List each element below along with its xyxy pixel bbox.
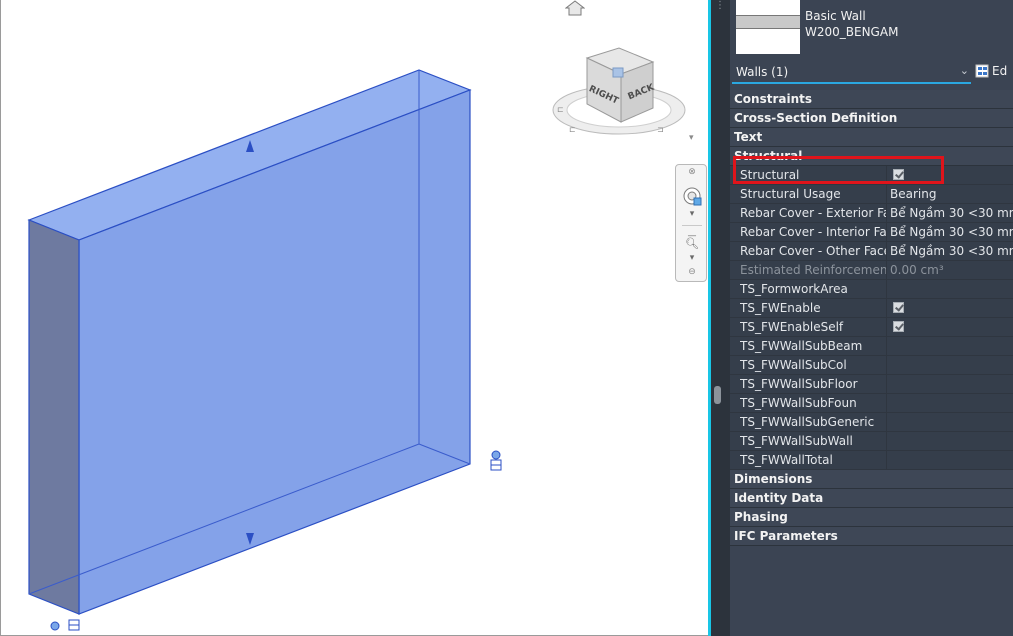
wall-right-face[interactable]	[78, 89, 471, 615]
property-value[interactable]	[886, 375, 1013, 393]
property-row-estimated-reinforcement: Estimated Reinforcement ... 0.00 cm³	[730, 261, 1013, 280]
group-phasing[interactable]: Phasing	[730, 508, 1013, 527]
property-value[interactable]: Bearing	[886, 185, 1013, 203]
property-row-ts-fwenableself[interactable]: TS_FWEnableSelf	[730, 318, 1013, 337]
edit-type-icon	[975, 64, 989, 78]
group-text[interactable]: Text	[730, 128, 1013, 147]
property-row-rebar-cover-interior[interactable]: Rebar Cover - Interior Face Bể Ngầm 30 <…	[730, 223, 1013, 242]
properties-panel: Basic Wall W200_BENGAM Walls (1) ⌄ Ed Co…	[730, 0, 1013, 636]
property-row-rebar-cover-other[interactable]: Rebar Cover - Other Faces Bể Ngầm 30 <30…	[730, 242, 1013, 261]
group-constraints[interactable]: Constraints	[730, 90, 1013, 109]
viewcube-menu-chevron-icon[interactable]: ▾	[689, 133, 694, 143]
wall-type-preview-band	[736, 15, 800, 29]
property-value[interactable]	[886, 166, 1013, 184]
property-value[interactable]	[886, 280, 1013, 298]
type-selector-label: Basic Wall W200_BENGAM	[805, 8, 898, 40]
properties-grid: Constraints Cross-Section Definition Tex…	[730, 90, 1013, 546]
compass-mark-icon: ⊏	[569, 125, 576, 134]
instance-filter-dropdown[interactable]: Walls (1) ⌄	[732, 62, 971, 84]
property-name: Rebar Cover - Other Faces	[740, 244, 886, 258]
property-name: TS_FormworkArea	[740, 282, 848, 296]
property-value[interactable]	[886, 432, 1013, 450]
structural-checkbox[interactable]	[893, 169, 904, 180]
wall-end-grip-icon[interactable]	[491, 450, 501, 460]
viewcube[interactable]: RIGHT BACK ⊏ ⊐ ⊏ ▾	[549, 40, 708, 150]
nav-bar-close-icon[interactable]: ⊗	[676, 167, 708, 177]
property-value[interactable]	[886, 356, 1013, 374]
group-dimensions[interactable]: Dimensions	[730, 470, 1013, 489]
type-family-name: Basic Wall	[805, 9, 866, 23]
property-value[interactable]	[886, 337, 1013, 355]
wall-end-grip-icon[interactable]	[50, 621, 60, 631]
property-row-ts-fwwallsubgeneric[interactable]: TS_FWWallSubGeneric	[730, 413, 1013, 432]
property-value[interactable]: Bể Ngầm 30 <30 mm>	[886, 204, 1013, 222]
property-row-ts-fwenable[interactable]: TS_FWEnable	[730, 299, 1013, 318]
ts-fwenable-checkbox[interactable]	[893, 302, 904, 313]
property-value[interactable]	[886, 299, 1013, 317]
steering-wheel-icon[interactable]	[676, 185, 708, 211]
property-value[interactable]: Bể Ngầm 30 <30 mm>	[886, 223, 1013, 241]
property-row-ts-fwwallsubfoun[interactable]: TS_FWWallSubFoun	[730, 394, 1013, 413]
wall-left-face[interactable]	[28, 219, 80, 615]
nav-bar-options-icon[interactable]: ⊖	[676, 267, 708, 277]
property-name: Rebar Cover - Interior Face	[740, 225, 886, 239]
edit-type-button[interactable]: Ed	[975, 64, 1007, 78]
property-row-ts-fwwallsubbeam[interactable]: TS_FWWallSubBeam	[730, 337, 1013, 356]
property-value[interactable]	[886, 318, 1013, 336]
property-name: TS_FWWallSubGeneric	[740, 415, 875, 429]
property-name: Structural Usage	[740, 187, 841, 201]
property-name: TS_FWWallSubCol	[740, 358, 847, 372]
zoom-icon[interactable]: 🔍︎	[676, 237, 708, 250]
property-name: TS_FWWallTotal	[740, 453, 833, 467]
group-cross-section-definition[interactable]: Cross-Section Definition	[730, 109, 1013, 128]
property-row-structural[interactable]: Structural	[730, 166, 1013, 185]
property-name: TS_FWWallSubFloor	[740, 377, 858, 391]
chevron-down-icon: ⌄	[959, 64, 969, 77]
property-name: TS_FWEnable	[740, 301, 821, 315]
instance-filter-row: Walls (1) ⌄ Ed	[730, 60, 1013, 88]
viewcube-home-icon[interactable]	[565, 0, 585, 16]
property-row-ts-fwwalltotal[interactable]: TS_FWWallTotal	[730, 451, 1013, 470]
group-identity-data[interactable]: Identity Data	[730, 489, 1013, 508]
edit-type-label: Ed	[992, 64, 1008, 78]
type-selector[interactable]: Basic Wall W200_BENGAM	[730, 0, 1013, 58]
group-ifc-parameters[interactable]: IFC Parameters	[730, 527, 1013, 546]
property-row-ts-fwwallsubcol[interactable]: TS_FWWallSubCol	[730, 356, 1013, 375]
property-row-ts-formworkarea[interactable]: TS_FormworkArea	[730, 280, 1013, 299]
property-value[interactable]: Bể Ngầm 30 <30 mm>	[886, 242, 1013, 260]
instance-filter-label: Walls (1)	[736, 65, 789, 79]
property-value[interactable]	[886, 451, 1013, 469]
property-row-rebar-cover-exterior[interactable]: Rebar Cover - Exterior Face Bể Ngầm 30 <…	[730, 204, 1013, 223]
wall-type-preview-icon	[736, 0, 800, 54]
compass-mark-icon: ⊐	[657, 125, 664, 134]
3d-viewport[interactable]: RIGHT BACK ⊏ ⊐ ⊏ ▾ ⊗ ▾ — 🔍︎ ▾ ⊖	[0, 0, 708, 636]
property-name: TS_FWWallSubFoun	[740, 396, 857, 410]
property-name: Rebar Cover - Exterior Face	[740, 206, 886, 220]
property-value[interactable]	[886, 413, 1013, 431]
property-row-ts-fwwallsubfloor[interactable]: TS_FWWallSubFloor	[730, 375, 1013, 394]
property-name: TS_FWWallSubBeam	[740, 339, 863, 353]
property-row-ts-fwwallsubwall[interactable]: TS_FWWallSubWall	[730, 432, 1013, 451]
property-name: TS_FWWallSubWall	[740, 434, 853, 448]
property-row-structural-usage[interactable]: Structural Usage Bearing	[730, 185, 1013, 204]
property-name: Structural	[740, 168, 800, 182]
property-name: Estimated Reinforcement ...	[740, 263, 886, 277]
navigation-bar: ⊗ ▾ — 🔍︎ ▾ ⊖	[675, 164, 707, 282]
group-structural[interactable]: Structural	[730, 147, 1013, 166]
steering-wheel-dropdown-icon[interactable]: ▾	[676, 209, 708, 219]
scrollbar-thumb[interactable]	[714, 386, 721, 404]
property-name: TS_FWEnableSelf	[740, 320, 844, 334]
zoom-dropdown-icon[interactable]: ▾	[676, 253, 708, 263]
viewcube-corner-highlight	[612, 67, 624, 78]
nav-bar-divider	[682, 225, 702, 226]
ts-fwenableself-checkbox[interactable]	[893, 321, 904, 332]
splitter-dots-icon: ⋮	[715, 0, 725, 11]
type-name: W200_BENGAM	[805, 25, 899, 39]
compass-mark-icon: ⊏	[557, 105, 564, 114]
property-value: 0.00 cm³	[886, 261, 1013, 279]
property-value[interactable]	[886, 394, 1013, 412]
panel-splitter[interactable]: ⋮	[708, 0, 730, 636]
